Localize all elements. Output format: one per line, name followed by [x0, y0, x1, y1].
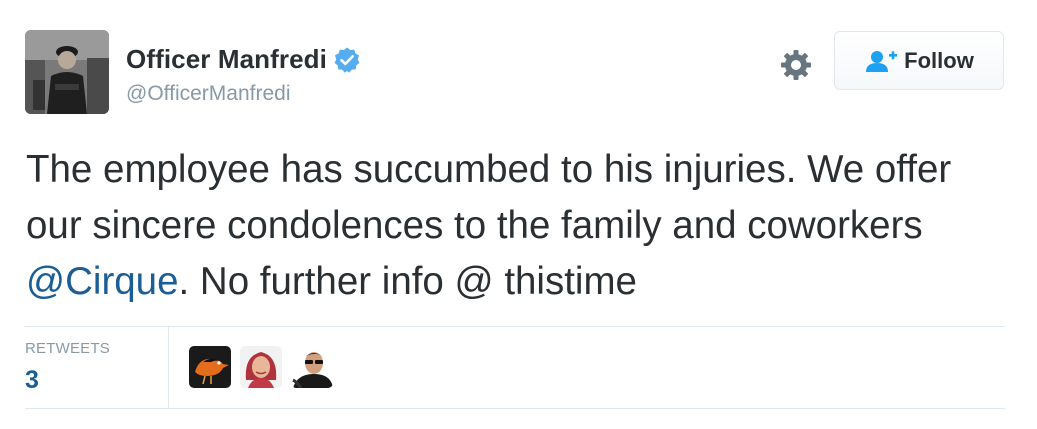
- follow-button[interactable]: Follow: [834, 31, 1004, 90]
- retweeter-avatar-woman[interactable]: [240, 346, 282, 388]
- stats-divider-bottom: [25, 408, 1005, 409]
- author-name-row[interactable]: Officer Manfredi: [126, 44, 361, 75]
- man-sunglasses-avatar-icon: [291, 346, 333, 388]
- follow-button-label: Follow: [904, 47, 974, 73]
- stats-separator: [168, 327, 169, 408]
- tweet-text: The employee has succumbed to his injuri…: [26, 142, 1016, 310]
- author-avatar[interactable]: [25, 30, 109, 114]
- verified-badge-icon: [333, 46, 361, 74]
- stats-divider-top: [25, 326, 1005, 327]
- mention-link[interactable]: @Cirque: [26, 260, 179, 303]
- woman-avatar-icon: [240, 346, 282, 388]
- oriole-bird-icon: [189, 346, 231, 388]
- gear-icon[interactable]: [779, 48, 813, 82]
- retweets-label[interactable]: RETWEETS: [25, 340, 110, 357]
- retweeter-avatar-man[interactable]: [291, 346, 333, 388]
- retweeter-avatars: [189, 346, 333, 388]
- police-officer-avatar-icon: [25, 30, 109, 114]
- add-user-icon: [864, 49, 898, 73]
- tweet-text-tail: . No further info @ thistime: [178, 260, 637, 303]
- author-screen-name[interactable]: @OfficerManfredi: [126, 82, 290, 106]
- author-display-name[interactable]: Officer Manfredi: [126, 44, 327, 75]
- retweeter-avatar-oriole[interactable]: [189, 346, 231, 388]
- retweets-count[interactable]: 3: [25, 366, 39, 395]
- tweet-card: Officer Manfredi @OfficerManfredi Follow…: [0, 0, 1037, 429]
- tweet-text-body: The employee has succumbed to his injuri…: [26, 148, 952, 247]
